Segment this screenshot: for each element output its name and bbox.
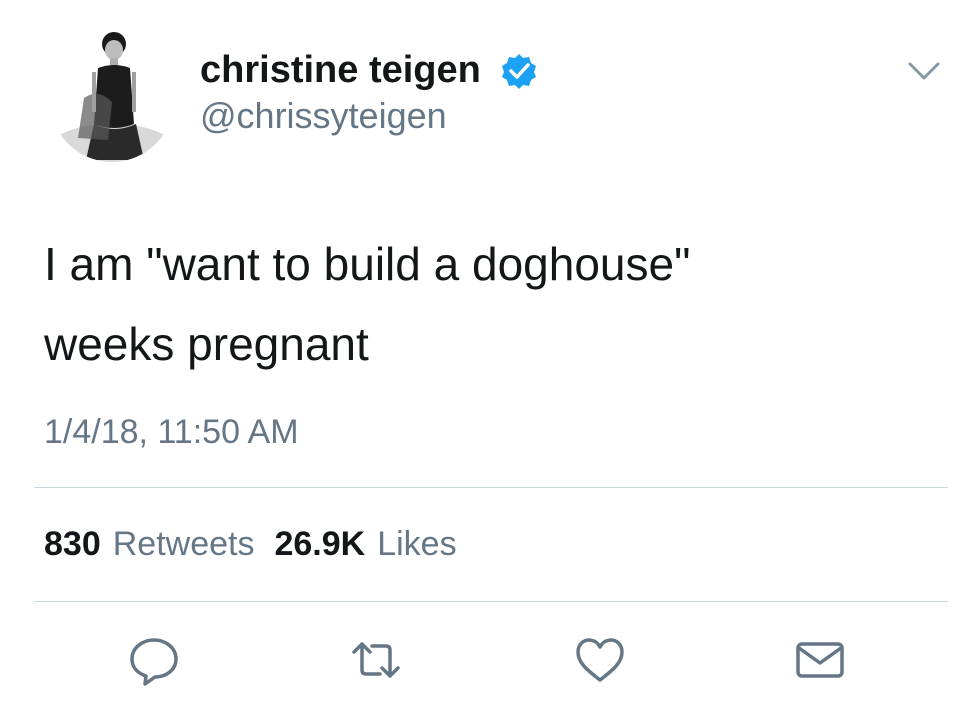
tweet-card: christine teigen @chrissyteigen I am "wa… <box>0 0 980 716</box>
retweets-label: Retweets <box>112 525 255 563</box>
envelope-icon[interactable] <box>792 632 848 688</box>
divider <box>34 487 948 488</box>
tweet-text-line-1: I am "want to build a doghouse" <box>44 238 691 290</box>
avatar[interactable] <box>48 28 176 162</box>
retweets-stat[interactable]: 830 Retweets <box>44 525 254 563</box>
tweet-text: I am "want to build a doghouse" weeks pr… <box>44 224 944 384</box>
reply-icon[interactable] <box>126 632 182 688</box>
likes-count: 26.9K <box>274 525 366 563</box>
retweets-count: 830 <box>44 525 101 563</box>
likes-label: Likes <box>377 525 457 563</box>
user-handle[interactable]: @chrissyteigen <box>200 94 447 138</box>
avatar-image <box>48 28 176 162</box>
chevron-down-icon[interactable] <box>902 56 946 86</box>
display-name[interactable]: christine teigen <box>200 48 481 92</box>
tweet-stats: 830 Retweets 26.9K Likes <box>44 522 457 566</box>
retweet-icon[interactable] <box>348 632 404 688</box>
divider <box>34 601 948 602</box>
heart-icon[interactable] <box>572 632 628 688</box>
tweet-timestamp[interactable]: 1/4/18, 11:50 AM <box>44 410 299 454</box>
tweet-text-line-2: weeks pregnant <box>44 318 369 370</box>
likes-stat[interactable]: 26.9K Likes <box>274 525 456 563</box>
verified-badge-icon <box>502 54 536 89</box>
